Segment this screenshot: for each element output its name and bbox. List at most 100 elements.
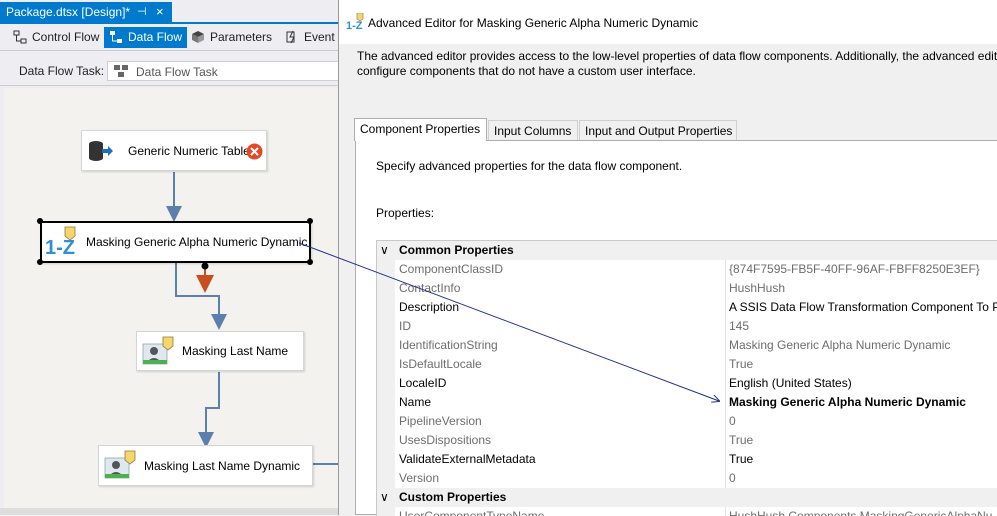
- property-row-pipelineversion[interactable]: PipelineVersion 0: [377, 412, 997, 431]
- property-row-gutter: [377, 450, 395, 469]
- property-value: 0: [729, 471, 736, 485]
- property-value: True: [729, 433, 754, 447]
- property-name: ContactInfo: [399, 281, 461, 295]
- resize-handle-tl[interactable]: [37, 218, 43, 224]
- property-name: Description: [399, 300, 460, 314]
- property-value: 0: [729, 414, 736, 428]
- tab-parameters[interactable]: Parameters: [186, 27, 277, 48]
- property-row-gutter: [377, 431, 395, 450]
- property-column-separator: [725, 355, 726, 374]
- page-hint: Specify advanced properties for the data…: [376, 159, 683, 173]
- close-tab-icon[interactable]: ×: [156, 4, 164, 19]
- property-value[interactable]: True: [729, 452, 753, 466]
- data-flow-task-label: Data Flow Task:: [19, 64, 105, 78]
- tab-data-flow-label: Data Flow: [128, 30, 183, 44]
- tab-control-flow[interactable]: Control Flow: [8, 27, 104, 48]
- node-generic-numeric-table[interactable]: Generic Numeric Table: [81, 130, 267, 171]
- data-flow-task-value: Data Flow Task: [136, 65, 218, 79]
- property-row-gutter: [377, 260, 395, 279]
- svg-text:1-Z: 1-Z: [346, 20, 363, 31]
- editor-description: The advanced editor provides access to t…: [357, 49, 997, 79]
- property-value: 145: [729, 319, 750, 333]
- property-row-validateexternalmetadata[interactable]: ValidateExternalMetadata True: [377, 450, 997, 469]
- property-row-componentclassid[interactable]: ComponentClassID {874F7595-FB5F-40FF-96AF…: [377, 260, 997, 279]
- advanced-editor-window: 1-Z Advanced Editor for Masking Generic …: [338, 0, 997, 516]
- document-tab[interactable]: Package.dtsx [Design]* ⊣ ×: [0, 2, 172, 22]
- property-name: ValidateExternalMetadata: [399, 452, 536, 466]
- property-row-gutter: [377, 336, 395, 355]
- property-value[interactable]: English (United States): [729, 376, 852, 390]
- canvas-horizontal-scrollbar[interactable]: [0, 508, 340, 515]
- property-row-gutter: [377, 412, 395, 431]
- property-name: ID: [399, 319, 411, 333]
- property-name: Version: [399, 471, 440, 485]
- node-masking-last-name[interactable]: Masking Last Name: [136, 331, 304, 371]
- property-row-version[interactable]: Version 0: [377, 469, 997, 488]
- database-source-icon: [89, 141, 113, 161]
- property-name: IdentificationString: [399, 338, 498, 352]
- property-row-usesdispositions[interactable]: UsesDispositions True: [377, 431, 997, 450]
- property-column-separator: [725, 431, 726, 450]
- chevron-down-icon[interactable]: ∨: [380, 490, 389, 504]
- property-row-gutter: [377, 298, 395, 317]
- tab-input-columns[interactable]: Input Columns: [488, 120, 578, 140]
- property-row-identificationstring[interactable]: IdentificationString Masking Generic Alph…: [377, 336, 997, 355]
- masking-user-icon: [142, 336, 174, 365]
- data-flow-task-select[interactable]: Data Flow Task: [107, 61, 340, 81]
- node-masking-generic-alpha-numeric-dynamic-label: Masking Generic Alpha Numeric Dynamic: [86, 235, 308, 249]
- tab-input-output-properties-label: Input and Output Properties: [585, 124, 733, 138]
- property-column-separator: [725, 317, 726, 336]
- tab-input-output-properties[interactable]: Input and Output Properties: [579, 120, 737, 140]
- tab-parameters-label: Parameters: [210, 30, 273, 44]
- component-properties-page: Specify advanced properties for the data…: [355, 140, 997, 516]
- property-row-gutter: [377, 374, 395, 393]
- editor-title: Advanced Editor for Masking Generic Alph…: [368, 16, 699, 30]
- property-column-separator: [725, 393, 726, 412]
- editor-description-line-1: The advanced editor provides access to t…: [357, 49, 997, 63]
- property-row-contactinfo[interactable]: ContactInfo HushHush: [377, 279, 997, 298]
- property-value: Masking Generic Alpha Numeric Dynamic: [729, 338, 951, 352]
- property-row-localeid[interactable]: LocaleID English (United States): [377, 374, 997, 393]
- tab-data-flow[interactable]: Data Flow: [104, 27, 188, 48]
- pin-icon[interactable]: ⊣: [137, 5, 147, 18]
- tab-control-flow-label: Control Flow: [32, 30, 100, 44]
- data-flow-task-bar: Data Flow Task: Data Flow Task: [0, 52, 340, 86]
- property-value: {874F7595-FB5F-40FF-96AF-FBFF8250E3EF}: [729, 262, 980, 276]
- property-row-isdefaultlocale[interactable]: IsDefaultLocale True: [377, 355, 997, 374]
- property-name: Name: [399, 395, 432, 409]
- category-custom-properties-label: Custom Properties: [399, 490, 507, 504]
- property-name: UsesDispositions: [399, 433, 492, 447]
- node-generic-numeric-table-label: Generic Numeric Table: [128, 143, 250, 158]
- property-value[interactable]: A SSIS Data Flow Transformation Componen…: [729, 300, 997, 314]
- svg-text:1-Z: 1-Z: [45, 237, 75, 258]
- node-masking-generic-alpha-numeric-dynamic[interactable]: 1-Z Masking Generic Alpha Numeric Dynami…: [40, 221, 311, 263]
- designer-tabs: Control Flow Data Flow Parameters Event …: [0, 24, 347, 51]
- ssis-designer: Package.dtsx [Design]* ⊣ × Control Flow …: [0, 0, 347, 515]
- property-row-name[interactable]: Name Masking Generic Alpha Numeric Dynami…: [377, 393, 997, 412]
- property-column-separator: [725, 374, 726, 393]
- property-grid[interactable]: ∨ Common Properties ComponentClassID {874…: [376, 240, 997, 516]
- property-name: PipelineVersion: [399, 414, 482, 428]
- property-row-id[interactable]: ID 145: [377, 317, 997, 336]
- property-name: IsDefaultLocale: [399, 357, 482, 371]
- property-value[interactable]: Masking Generic Alpha Numeric Dynamic: [729, 395, 966, 409]
- property-row-description[interactable]: Description A SSIS Data Flow Transformati…: [377, 298, 997, 317]
- resize-handle-bl[interactable]: [37, 259, 43, 265]
- chevron-down-icon[interactable]: ∨: [380, 243, 389, 257]
- error-icon[interactable]: [246, 143, 263, 160]
- category-common-properties[interactable]: ∨ Common Properties: [377, 241, 997, 260]
- document-tab-title: Package.dtsx [Design]*: [6, 5, 131, 19]
- category-custom-properties[interactable]: ∨ Custom Properties: [377, 488, 997, 507]
- property-name: ComponentClassID: [399, 262, 504, 276]
- masking-alpha-icon: 1-Z: [346, 13, 364, 31]
- editor-titlebar[interactable]: 1-Z Advanced Editor for Masking Generic …: [339, 0, 997, 44]
- resize-handle-tr[interactable]: [307, 218, 313, 224]
- property-name: LocaleID: [399, 376, 447, 390]
- node-masking-last-name-dynamic[interactable]: Masking Last Name Dynamic: [98, 445, 313, 486]
- property-row-gutter: [377, 355, 395, 374]
- property-column-separator: [725, 450, 726, 469]
- tab-component-properties[interactable]: Component Properties: [354, 118, 487, 141]
- property-column-separator: [725, 469, 726, 488]
- property-column-separator: [725, 298, 726, 317]
- resize-handle-br[interactable]: [307, 259, 313, 265]
